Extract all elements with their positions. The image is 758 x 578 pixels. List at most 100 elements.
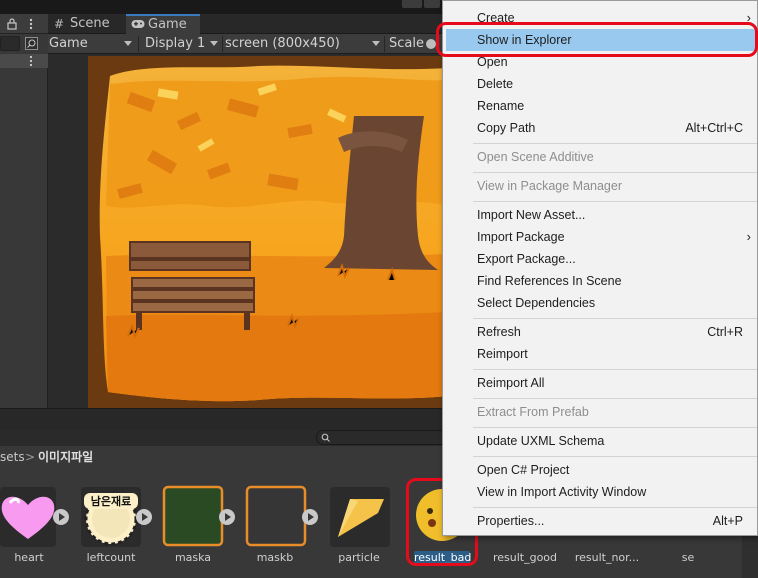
asset-label: se: [681, 551, 695, 564]
menu-item-reimport[interactable]: Reimport: [443, 343, 758, 365]
menu-item-label: Rename: [477, 99, 525, 113]
display-dropdown[interactable]: Display 1: [144, 34, 220, 54]
asset-label: result_good: [492, 551, 558, 564]
menu-item-label: View in Package Manager: [477, 179, 622, 193]
menu-item-import-new-asset[interactable]: Import New Asset...: [443, 204, 758, 226]
menu-item-extract-from-prefab: Extract From Prefab: [443, 401, 758, 423]
hierarchy-search-input[interactable]: [0, 36, 20, 51]
tab-game[interactable]: Game: [126, 14, 200, 34]
menu-item-open-scene-additive: Open Scene Additive: [443, 146, 758, 168]
menu-item-shortcut: Alt+Ctrl+C: [685, 121, 743, 135]
breadcrumb-current[interactable]: 이미지파일: [38, 446, 93, 468]
hierarchy-row[interactable]: [0, 54, 48, 68]
asset-label: leftcount: [86, 551, 136, 564]
gamepad-icon: [131, 20, 145, 28]
toolbar-divider: [222, 36, 223, 52]
menu-item-label: Find References In Scene: [477, 274, 622, 288]
expand-asset-button[interactable]: [302, 509, 318, 525]
menu-item-label: Delete: [477, 77, 514, 91]
menu-item-view-in-package-manager: View in Package Manager: [443, 175, 758, 197]
autumn-park-scene-image: [88, 56, 448, 408]
kebab-icon[interactable]: [29, 18, 33, 30]
menu-item-label: Reimport: [477, 347, 528, 361]
expand-asset-button[interactable]: [219, 509, 235, 525]
menu-separator: [473, 143, 757, 144]
toolbar-divider: [138, 36, 139, 52]
asset-label: result_nor...: [574, 551, 640, 564]
chevron-down-icon: [372, 41, 380, 46]
grid-icon: #: [54, 17, 65, 31]
menu-item-view-import-activity[interactable]: View in Import Activity Window: [443, 481, 758, 503]
menu-item-rename[interactable]: Rename: [443, 95, 758, 117]
menu-separator: [473, 427, 757, 428]
badge-image-text: 남은재료: [84, 493, 138, 509]
asset-maska[interactable]: [162, 485, 226, 549]
menu-item-label: View in Import Activity Window: [477, 485, 647, 499]
menu-item-properties[interactable]: Properties... Alt+P: [443, 510, 758, 532]
menu-separator: [473, 456, 757, 457]
menu-item-shortcut: Ctrl+R: [707, 325, 743, 339]
menu-item-label: Reimport All: [477, 376, 545, 390]
game-view-toolbar: Game Display 1 screen (800x450) Scale: [48, 34, 448, 54]
lock-icon[interactable]: [7, 18, 17, 30]
menu-item-update-uxml-schema[interactable]: Update UXML Schema: [443, 430, 758, 452]
scale-slider-handle[interactable]: [426, 39, 436, 49]
hierarchy-toolbar: [0, 14, 48, 34]
resolution-dropdown-value: screen (800x450): [225, 36, 340, 51]
menu-item-label: Extract From Prefab: [477, 405, 589, 419]
menu-item-label: Open Scene Additive: [477, 150, 594, 164]
menu-item-delete[interactable]: Delete: [443, 73, 758, 95]
menu-item-label: Import New Asset...: [477, 208, 586, 222]
leaf-icon: [330, 487, 390, 547]
context-menu: Create › Show in Explorer Open Delete Re…: [442, 0, 758, 536]
asset-leftcount[interactable]: 남은재료: [79, 485, 143, 549]
breadcrumb: sets > 이미지파일: [0, 446, 450, 468]
menu-item-open-csharp-project[interactable]: Open C# Project: [443, 459, 758, 481]
expand-asset-button[interactable]: [53, 509, 69, 525]
tab-game-label: Game: [148, 17, 187, 32]
annotation-highlight-menu-item: [436, 22, 758, 57]
menu-item-label: Select Dependencies: [477, 296, 596, 310]
menu-separator: [473, 398, 757, 399]
asset-label: particle: [338, 551, 380, 564]
expand-asset-button[interactable]: [136, 509, 152, 525]
menu-item-select-dependencies[interactable]: Select Dependencies: [443, 292, 758, 314]
asset-maskb[interactable]: [245, 485, 309, 549]
menu-item-export-package[interactable]: Export Package...: [443, 248, 758, 270]
resolution-dropdown[interactable]: screen (800x450): [224, 34, 382, 54]
play-button[interactable]: [402, 0, 422, 8]
menu-item-copy-path[interactable]: Copy Path Alt+Ctrl+C: [443, 117, 758, 139]
menu-separator: [473, 172, 757, 173]
asset-label: heart: [14, 551, 44, 564]
scale-label-text: Scale: [389, 36, 424, 51]
menu-item-label: Open C# Project: [477, 463, 570, 477]
menu-item-refresh[interactable]: Refresh Ctrl+R: [443, 321, 758, 343]
square-dark-icon: [245, 485, 307, 547]
menu-separator: [473, 201, 757, 202]
menu-item-label: Properties...: [477, 514, 545, 528]
unity-editor-window: # Scene Game Game Display 1 screen (800x…: [0, 0, 758, 578]
menu-item-label: Open: [477, 55, 508, 69]
search-options-icon[interactable]: [25, 37, 38, 50]
asset-heart[interactable]: [0, 485, 60, 549]
asset-particle[interactable]: [328, 485, 392, 549]
chevron-right-icon: ›: [746, 229, 751, 244]
tab-scene[interactable]: # Scene: [48, 14, 124, 34]
game-view-dropdown[interactable]: Game: [48, 34, 134, 54]
project-search-input[interactable]: [316, 430, 448, 445]
pause-button[interactable]: [424, 0, 440, 8]
menu-item-find-references[interactable]: Find References In Scene: [443, 270, 758, 292]
menu-separator: [473, 318, 757, 319]
asset-label: maskb: [256, 551, 294, 564]
menu-item-label: Update UXML Schema: [477, 434, 605, 448]
asset-label: maska: [174, 551, 212, 564]
menu-item-reimport-all[interactable]: Reimport All: [443, 372, 758, 394]
view-tab-bar: # Scene Game: [48, 14, 448, 34]
game-render: [88, 56, 448, 408]
menu-item-import-package[interactable]: Import Package ›: [443, 226, 758, 248]
menu-item-shortcut: Alt+P: [712, 514, 743, 528]
menu-item-label: Import Package: [477, 230, 565, 244]
menu-separator: [473, 369, 757, 370]
kebab-icon[interactable]: [29, 55, 33, 67]
breadcrumb-parent[interactable]: sets: [0, 446, 25, 468]
